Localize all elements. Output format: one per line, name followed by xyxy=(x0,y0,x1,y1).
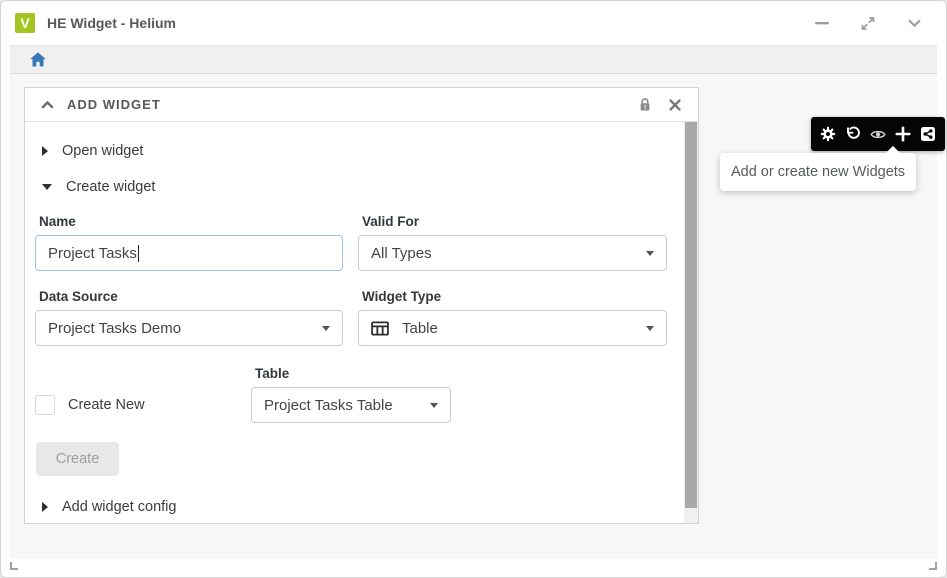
navigation-toolbar xyxy=(10,45,937,74)
scrollbar-thumb[interactable] xyxy=(685,122,697,508)
section-open-widget-label: Open widget xyxy=(62,143,143,159)
caret-right-icon xyxy=(42,502,48,512)
plus-icon[interactable] xyxy=(895,126,911,142)
chevron-up-icon[interactable] xyxy=(41,99,54,110)
section-add-widget-config-label: Add widget config xyxy=(62,499,176,515)
table-icon xyxy=(371,321,389,336)
minimize-icon[interactable] xyxy=(814,15,830,31)
table-value: Project Tasks Table xyxy=(264,397,393,414)
name-input[interactable]: Project Tasks xyxy=(35,235,343,271)
dropdown-caret-icon xyxy=(322,326,330,331)
content-area: ADD WIDGET xyxy=(10,74,937,559)
valid-for-label: Valid For xyxy=(362,214,667,229)
bottom-strip xyxy=(1,559,946,578)
share-square-icon[interactable] xyxy=(920,126,936,142)
add-widget-panel: ADD WIDGET xyxy=(24,87,699,524)
name-input-value: Project Tasks xyxy=(48,245,137,262)
create-new-label: Create New xyxy=(68,397,145,413)
widget-type-select[interactable]: Table xyxy=(358,310,667,346)
caret-right-icon xyxy=(42,146,48,156)
panel-title: ADD WIDGET xyxy=(67,97,161,112)
collapse-icon[interactable] xyxy=(906,15,922,31)
text-cursor xyxy=(138,245,139,262)
window-controls xyxy=(814,15,922,31)
table-label: Table xyxy=(255,366,451,381)
undo-icon[interactable] xyxy=(845,126,861,142)
resize-corner-right[interactable] xyxy=(929,562,937,570)
widget-floating-toolbar xyxy=(811,117,945,151)
dropdown-caret-icon xyxy=(646,326,654,331)
section-create-widget-label: Create widget xyxy=(66,179,155,195)
expand-icon[interactable] xyxy=(860,15,876,31)
data-source-select[interactable]: Project Tasks Demo xyxy=(35,310,343,346)
app-logo: V xyxy=(15,13,35,33)
table-select[interactable]: Project Tasks Table xyxy=(251,387,451,423)
app-window: V HE Widget - Helium xyxy=(0,0,947,578)
create-new-checkbox[interactable] xyxy=(35,395,55,415)
name-label: Name xyxy=(39,214,343,229)
gear-icon[interactable] xyxy=(820,126,836,142)
widget-type-label: Widget Type xyxy=(362,289,667,304)
create-button[interactable]: Create xyxy=(36,442,119,476)
section-add-widget-config[interactable]: Add widget config xyxy=(42,497,667,517)
data-source-label: Data Source xyxy=(39,289,343,304)
panel-vertical-scrollbar[interactable] xyxy=(684,122,698,523)
valid-for-select[interactable]: All Types xyxy=(358,235,667,271)
create-new-option: Create New xyxy=(35,395,251,423)
add-widget-panel-body: Open widget Create widget Name Project T… xyxy=(25,122,698,523)
home-icon[interactable] xyxy=(29,51,47,69)
lock-icon[interactable] xyxy=(638,97,652,112)
dropdown-caret-icon xyxy=(646,251,654,256)
section-open-widget[interactable]: Open widget xyxy=(42,141,667,161)
window-title: HE Widget - Helium xyxy=(47,15,176,31)
widget-type-value: Table xyxy=(402,320,438,337)
tooltip: Add or create new Widgets xyxy=(720,153,916,191)
resize-corner-left[interactable] xyxy=(10,562,18,570)
data-source-value: Project Tasks Demo xyxy=(48,320,181,337)
dropdown-caret-icon xyxy=(430,403,438,408)
close-icon[interactable] xyxy=(668,98,682,112)
valid-for-value: All Types xyxy=(371,245,432,262)
caret-down-icon xyxy=(42,184,52,190)
tooltip-text: Add or create new Widgets xyxy=(731,164,905,180)
titlebar: V HE Widget - Helium xyxy=(1,1,946,45)
add-widget-panel-header: ADD WIDGET xyxy=(25,88,698,122)
eye-icon[interactable] xyxy=(870,126,886,142)
section-create-widget[interactable]: Create widget xyxy=(42,177,667,197)
